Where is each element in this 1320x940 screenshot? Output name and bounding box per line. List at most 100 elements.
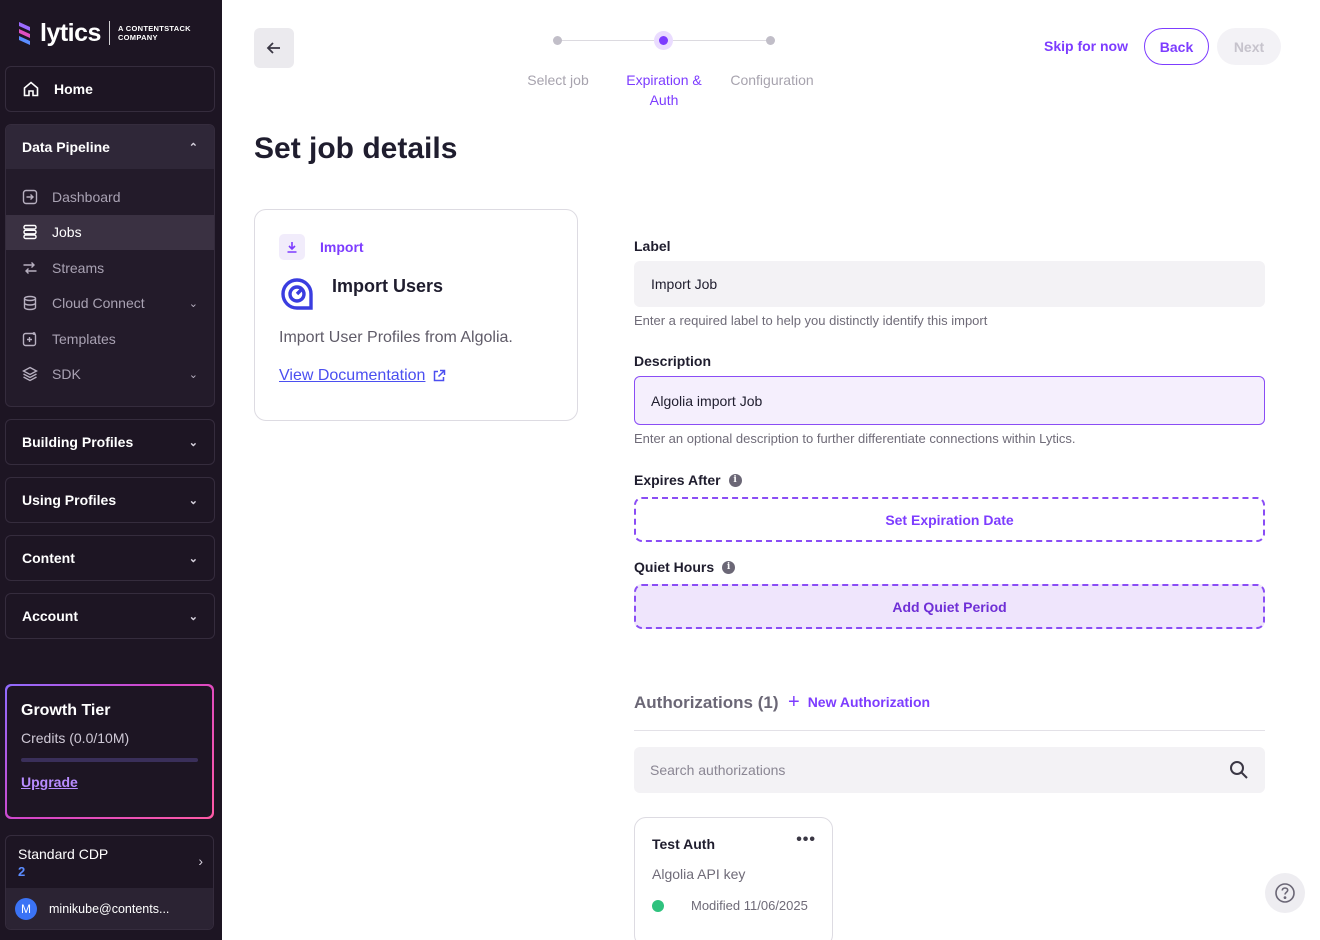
job-title: Import Users xyxy=(332,276,444,296)
authorization-modified: Modified 11/06/2025 xyxy=(691,898,808,913)
job-type-label: Import xyxy=(320,239,364,255)
nav-account[interactable]: Account ⌄ xyxy=(6,594,214,638)
back-arrow-button[interactable] xyxy=(254,28,294,68)
account-selector[interactable]: Standard CDP 2 › xyxy=(6,836,213,888)
sidebar-item-streams[interactable]: Streams xyxy=(6,250,214,286)
chevron-down-icon: ⌄ xyxy=(188,297,198,310)
info-icon[interactable]: i xyxy=(722,560,736,574)
step-label-expiration[interactable]: Expiration & Auth xyxy=(614,70,714,110)
authorization-status: Modified 11/06/2025 xyxy=(652,898,815,913)
sidebar-item-label: SDK xyxy=(52,366,81,383)
nav-data-pipeline-label: Data Pipeline xyxy=(22,139,110,155)
divider xyxy=(634,730,1265,731)
authorization-card[interactable]: Test Auth ••• Algolia API key Modified 1… xyxy=(634,817,833,940)
nav-data-pipeline-header[interactable]: Data Pipeline ⌃ xyxy=(6,125,214,169)
sdk-icon xyxy=(22,366,38,382)
chevron-down-icon: ⌄ xyxy=(188,436,198,449)
chevron-right-icon: › xyxy=(198,853,203,869)
nav-content[interactable]: Content ⌄ xyxy=(6,536,214,580)
nav-home-label: Home xyxy=(54,81,93,97)
upgrade-link[interactable]: Upgrade xyxy=(21,774,78,790)
sidebar-item-cloud-connect[interactable]: Cloud Connect ⌄ xyxy=(6,286,214,322)
logo-tagline-line2: COMPANY xyxy=(117,33,158,42)
growth-tier-title: Growth Tier xyxy=(21,702,111,719)
nav-section-label: Account xyxy=(22,608,78,624)
streams-icon xyxy=(23,261,37,274)
step-dot-select-job xyxy=(553,36,562,45)
new-authorization-button[interactable]: + New Authorization xyxy=(788,691,930,713)
credits-progress-bar xyxy=(21,758,198,762)
authorization-name: Test Auth xyxy=(652,836,715,852)
expires-after-text: Expires After xyxy=(634,472,721,488)
logo-tagline-line1: A CONTENTSTACK xyxy=(117,24,191,33)
more-options-icon[interactable]: ••• xyxy=(796,832,816,848)
sidebar-item-dashboard[interactable]: Dashboard xyxy=(6,179,214,215)
nav-using-profiles[interactable]: Using Profiles ⌄ xyxy=(6,478,214,522)
job-summary-card: Import Import Users Import User Profiles… xyxy=(254,209,578,421)
nav-home-box: Home xyxy=(5,66,215,112)
next-button[interactable]: Next xyxy=(1217,28,1281,65)
user-email: minikube@contents... xyxy=(49,901,170,916)
set-expiration-date-button[interactable]: Set Expiration Date xyxy=(634,497,1265,542)
sidebar-item-jobs[interactable]: Jobs xyxy=(6,214,214,250)
step-label-configuration[interactable]: Configuration xyxy=(720,70,824,90)
sidebar-item-label: Jobs xyxy=(52,224,82,241)
description-field-label: Description xyxy=(634,353,712,369)
question-icon xyxy=(1275,883,1295,903)
lytics-logo-icon xyxy=(19,22,30,45)
search-icon[interactable] xyxy=(1229,760,1249,780)
info-icon[interactable]: i xyxy=(728,473,742,487)
arrow-in-box-icon xyxy=(22,189,38,204)
nav-data-pipeline: Data Pipeline ⌃ Dashboard Jobs Streams C… xyxy=(5,124,215,407)
view-documentation-label: View Documentation xyxy=(279,367,426,384)
download-icon xyxy=(279,234,305,260)
chevron-down-icon: ⌄ xyxy=(188,552,198,565)
authorizations-heading: Authorizations (1) xyxy=(634,693,779,712)
sidebar-item-sdk[interactable]: SDK ⌄ xyxy=(6,357,214,393)
step-connector xyxy=(673,40,768,41)
authorization-search xyxy=(634,747,1265,793)
step-dot-expiration xyxy=(654,31,673,50)
quiet-hours-label: Quiet Hours i xyxy=(634,559,736,575)
authorization-type: Algolia API key xyxy=(652,866,746,882)
back-button[interactable]: Back xyxy=(1144,28,1209,65)
step-dot-configuration xyxy=(766,36,775,45)
sidebar: lytics A CONTENTSTACK COMPANY Home Data … xyxy=(0,0,222,940)
sidebar-item-label: Dashboard xyxy=(52,188,121,205)
stepper: Select job Expiration & Auth Configurati… xyxy=(510,30,830,110)
chevron-down-icon: ⌄ xyxy=(188,494,198,507)
database-icon xyxy=(23,296,37,311)
user-menu[interactable]: M minikube@contents... xyxy=(6,888,213,929)
plus-icon: + xyxy=(788,691,800,713)
avatar: M xyxy=(15,897,37,920)
logo-tagline: A CONTENTSTACK COMPANY xyxy=(118,24,191,42)
nav-section-label: Content xyxy=(22,550,75,566)
add-quiet-period-button[interactable]: Add Quiet Period xyxy=(634,584,1265,629)
page-title: Set job details xyxy=(254,132,458,165)
description-help-text: Enter an optional description to further… xyxy=(634,431,1076,446)
logo-divider xyxy=(108,21,110,45)
logo-text: lytics xyxy=(40,18,101,47)
label-help-text: Enter a required label to help you disti… xyxy=(634,313,988,328)
job-type: Import xyxy=(279,234,364,260)
search-input[interactable] xyxy=(634,747,1265,793)
label-input[interactable] xyxy=(634,261,1265,307)
growth-tier-card: Growth Tier Credits (0.0/10M) Upgrade xyxy=(5,684,214,819)
step-label-line: Expiration & xyxy=(626,72,702,88)
nav-home[interactable]: Home xyxy=(6,67,214,111)
expires-after-label: Expires After i xyxy=(634,472,742,488)
chevron-down-icon: ⌄ xyxy=(188,610,198,623)
help-button[interactable] xyxy=(1265,873,1305,913)
account-name: Standard CDP xyxy=(18,846,109,862)
stack-icon xyxy=(23,225,37,240)
nav-section-label: Using Profiles xyxy=(22,492,117,508)
nav-building-profiles[interactable]: Building Profiles ⌄ xyxy=(6,420,214,464)
skip-for-now-link[interactable]: Skip for now xyxy=(1044,38,1128,54)
sidebar-item-templates[interactable]: Templates xyxy=(6,321,214,357)
step-label-select-job[interactable]: Select job xyxy=(510,70,606,90)
lytics-logo[interactable]: lytics A CONTENTSTACK COMPANY xyxy=(16,18,191,48)
view-documentation-link[interactable]: View Documentation xyxy=(279,367,446,385)
external-link-icon xyxy=(434,369,446,382)
description-input[interactable] xyxy=(634,376,1265,425)
account-switcher: Standard CDP 2 › M minikube@contents... xyxy=(5,835,214,930)
